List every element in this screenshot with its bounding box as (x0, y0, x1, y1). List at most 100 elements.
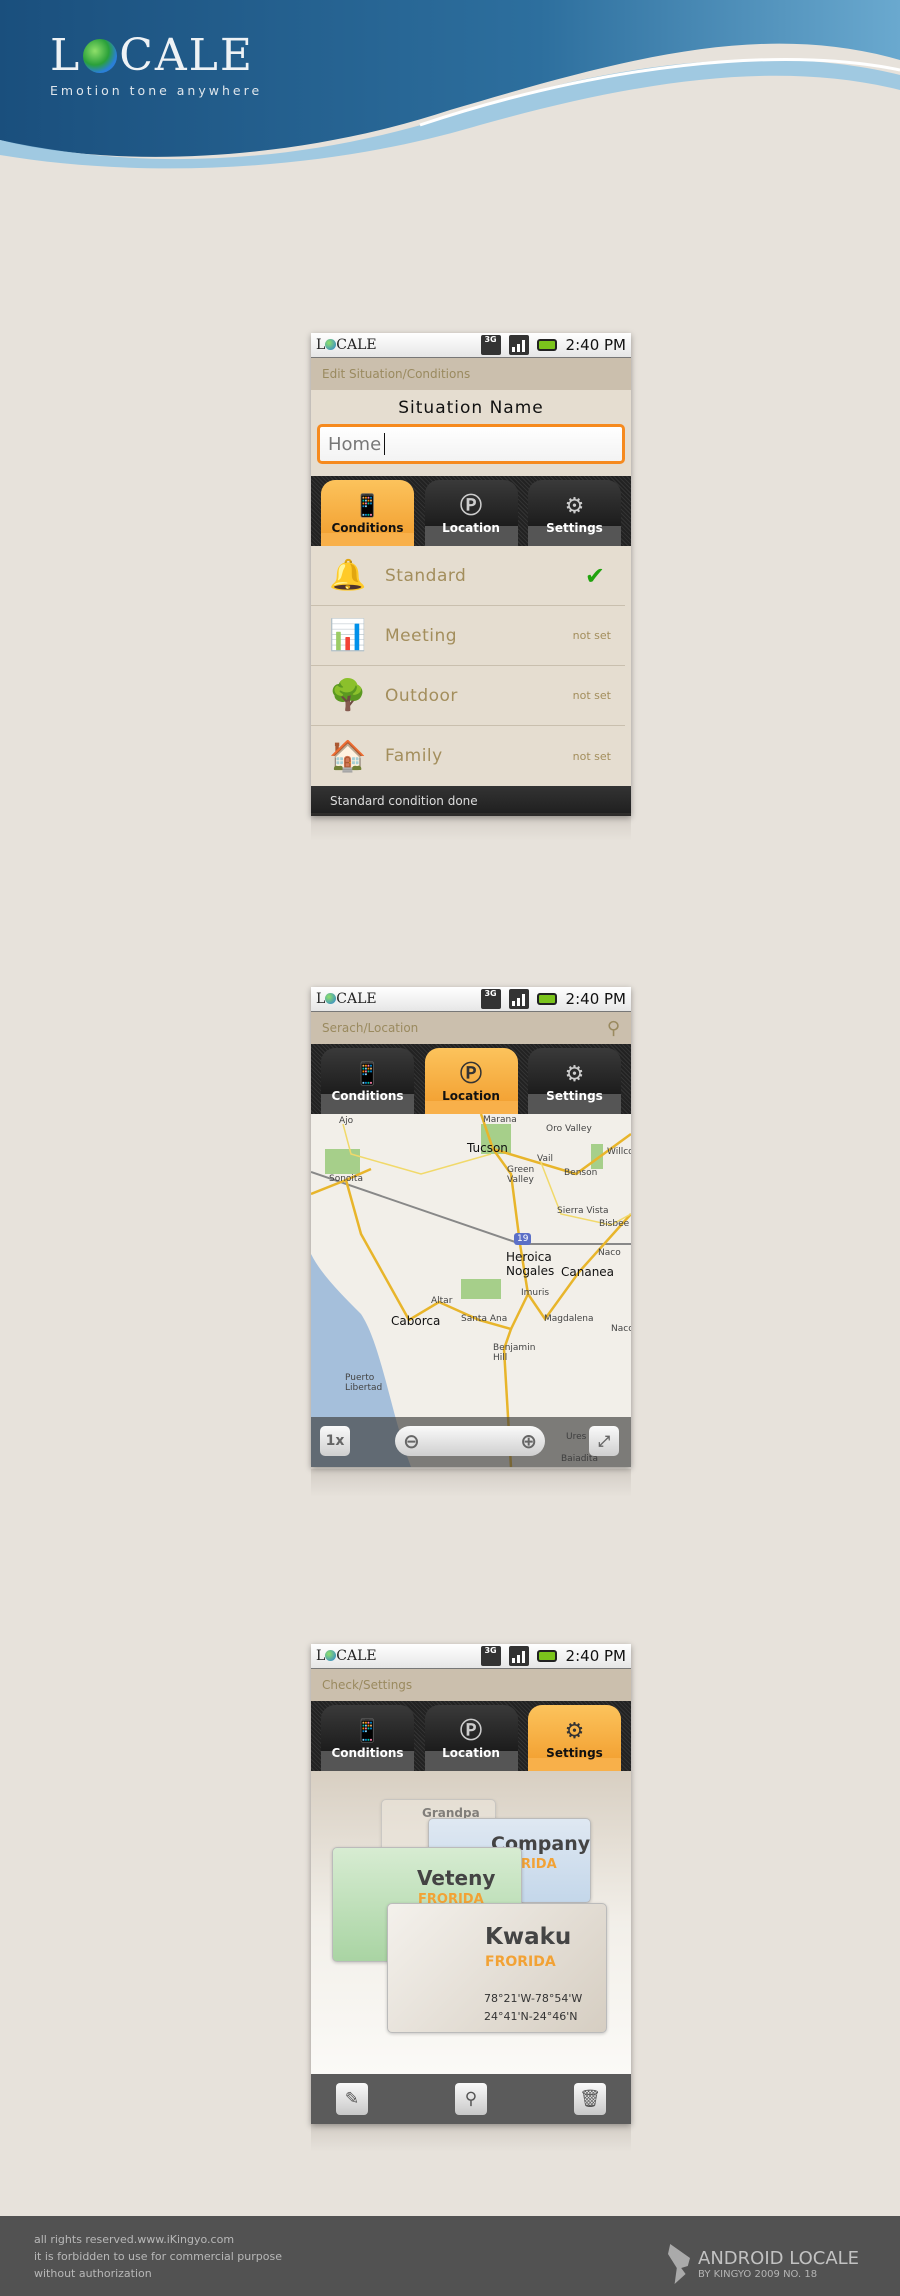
search-icon[interactable]: ⚲ (607, 1018, 620, 1039)
status-bar: L CALE 3G 2:40 PM (311, 333, 631, 358)
item-status: not set (572, 629, 611, 642)
text-caret (384, 433, 386, 455)
gear-icon: ⚙ (564, 494, 585, 519)
check-icon: ✔ (584, 561, 605, 590)
item-label: Outdoor (385, 685, 458, 706)
reflection (311, 2124, 631, 2152)
clock: 2:40 PM (565, 990, 626, 1008)
gear-icon: ⚙ (564, 1719, 585, 1744)
item-label: Meeting (385, 625, 458, 646)
situation-name-input[interactable]: Home (317, 424, 625, 464)
status-logo: L CALE (316, 337, 377, 353)
map-label: Altar (431, 1296, 453, 1306)
delete-button[interactable]: 🗑 (574, 2083, 606, 2115)
item-label: Family (385, 746, 443, 766)
tab-label: Conditions (331, 1746, 404, 1760)
clock: 2:40 PM (565, 1647, 626, 1665)
map-label: Santa Ana (461, 1314, 508, 1324)
zoom-out-icon[interactable]: ⊖ (403, 1429, 420, 1453)
map-label: Magdalena (544, 1314, 594, 1324)
phone-icon: 📱 (353, 1062, 382, 1087)
item-status: not set (572, 689, 611, 702)
signal-icon (508, 335, 529, 355)
map-label: Green Valley (507, 1165, 535, 1185)
network-3g-icon: 3G (480, 335, 501, 355)
edit-button[interactable]: ✎ (336, 2083, 368, 2115)
tab-conditions[interactable]: 📱 Conditions (321, 480, 414, 546)
status-bar: L CALE 3G 2:40 PM (311, 987, 631, 1012)
search-button[interactable]: ⚲ (455, 2083, 487, 2115)
card-kwaku[interactable]: Kwaku FRORIDA 78°21'W-78°54'W 24°41'N-24… (387, 1903, 607, 2033)
tab-settings[interactable]: ⚙ Settings (528, 1048, 621, 1114)
location-pin-icon: Ⓟ (459, 1062, 482, 1087)
tab-location[interactable]: Ⓟ Location (424, 1705, 518, 1771)
screen-header: Check/Settings (311, 1669, 631, 1701)
status-logo: L CALE (316, 1648, 377, 1664)
map-label: Bisbee (599, 1219, 630, 1229)
item-status: not set (572, 749, 611, 763)
map-label: Cananea (561, 1265, 615, 1279)
list-item-outdoor[interactable]: 🌳 Outdoor not set (311, 666, 625, 726)
tab-bar: 📱 Conditions Ⓟ Location ⚙ Settings (311, 1044, 631, 1114)
zoom-in-icon[interactable]: ⊕ (520, 1429, 537, 1453)
map-label: Caborca (391, 1314, 441, 1328)
location-pin-icon: Ⓟ (459, 494, 482, 519)
expand-icon: ⤢ (597, 1432, 610, 1450)
input-value: Home (328, 433, 382, 455)
globe-icon (83, 38, 118, 73)
copyright-line: all rights reserved.www.iKingyo.com (34, 2233, 235, 2246)
bell-icon: 🔔 (329, 558, 367, 593)
tab-label: Settings (546, 1089, 603, 1103)
fullscreen-button[interactable]: ⤢ (589, 1426, 619, 1456)
tab-label: Location (442, 521, 500, 535)
tab-label: Location (442, 1089, 500, 1103)
card-name: Kwaku (485, 1924, 572, 1950)
tab-label: Settings (546, 521, 603, 535)
copyright-line: it is forbidden to use for commercial pu… (34, 2250, 282, 2263)
card-longitude: 78°21'W-78°54'W (484, 1992, 583, 2005)
network-3g-icon: 3G (480, 989, 501, 1009)
phone-location-screen: L CALE 3G 2:40 PM Serach/Location ⚲ 📱 Condi… (311, 987, 631, 1467)
condition-list: 🔔 Standard ✔ 📊 Meeting not set 🌳 Outdoor not s… (311, 546, 631, 786)
bottom-toolbar: ✎ ⚲ 🗑 (311, 2074, 631, 2124)
clock: 2:40 PM (565, 336, 626, 354)
logo: L CALE Emotion tone anywhere (50, 30, 263, 98)
situation-cards-carousel: Grandpa Company FRORIDA Veteny FRORIDA Kwa… (311, 1771, 631, 2074)
search-icon: ⚲ (464, 2089, 478, 2109)
header-title: Serach/Location (322, 1021, 419, 1035)
map-label: Marana (483, 1115, 517, 1125)
tab-conditions[interactable]: 📱 Conditions (321, 1048, 414, 1114)
list-item-standard[interactable]: 🔔 Standard ✔ (311, 546, 625, 606)
copyright-line: without authorization (34, 2267, 152, 2280)
list-item-family[interactable]: 🏠 Family not set (311, 726, 625, 786)
zoom-slider[interactable]: ⊖ ⊕ (395, 1426, 545, 1456)
zoom-level-button[interactable]: 1x (320, 1426, 350, 1456)
map-label: Ajo (339, 1116, 354, 1126)
field-label: Situation Name (398, 398, 544, 418)
tab-conditions[interactable]: 📱 Conditions (321, 1705, 414, 1771)
footer-title: ANDROID LOCALE (698, 2248, 860, 2269)
tab-location[interactable]: Ⓟ Location (424, 480, 518, 546)
list-item-meeting[interactable]: 📊 Meeting not set (311, 606, 625, 666)
search-header: Serach/Location ⚲ (311, 1012, 631, 1044)
trash-icon: 🗑 (579, 2089, 601, 2109)
map-label: Willcox (607, 1147, 631, 1157)
map-view[interactable]: Ajo Marana Oro Valley Tucson Vail Willcox Gree… (311, 1114, 631, 1467)
signal-icon (508, 1646, 529, 1666)
screen-header: Edit Situation/Conditions (311, 358, 631, 390)
tab-settings[interactable]: ⚙ Settings (528, 1705, 621, 1771)
map-label: Naco (598, 1248, 621, 1258)
map-label: Heroica Nogales (506, 1250, 555, 1278)
status-bar: L CALE 3G 2:40 PM (311, 1644, 631, 1669)
tab-settings[interactable]: ⚙ Settings (528, 480, 621, 546)
tree-icon: 🌳 (329, 678, 367, 713)
map-label: Sierra Vista (557, 1206, 609, 1216)
map-label: Benjamin Hill (493, 1343, 536, 1363)
tab-location[interactable]: Ⓟ Location (424, 1048, 518, 1114)
tab-label: Location (442, 1746, 500, 1760)
phone-icon: 📱 (353, 494, 382, 519)
page-footer: all rights reserved.www.iKingyo.com it i… (0, 2216, 900, 2296)
tab-bar: 📱 Conditions Ⓟ Location ⚙ Settings (311, 476, 631, 546)
highway-shield: 19 (514, 1233, 532, 1245)
network-3g-icon: 3G (480, 1646, 501, 1666)
